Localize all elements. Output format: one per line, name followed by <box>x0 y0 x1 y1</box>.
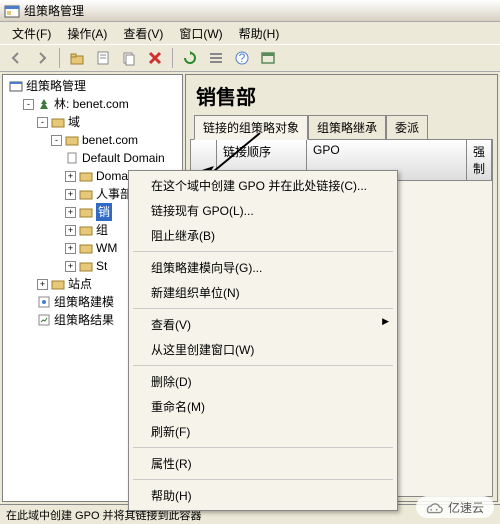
forward-button[interactable] <box>30 46 54 70</box>
ctx-delete[interactable]: 删除(D) <box>131 369 395 394</box>
copy-button[interactable] <box>117 46 141 70</box>
context-menu: 在这个域中创建 GPO 并在此处链接(C)... 链接现有 GPO(L)... … <box>128 170 398 511</box>
ctx-separator <box>133 251 393 252</box>
ctx-rename[interactable]: 重命名(M) <box>131 394 395 419</box>
ctx-separator <box>133 447 393 448</box>
ctx-modeling-wizard[interactable]: 组策略建模向导(G)... <box>131 255 395 280</box>
refresh-button[interactable] <box>178 46 202 70</box>
expand-icon[interactable]: + <box>65 243 76 254</box>
svg-text:?: ? <box>239 51 246 65</box>
tab-inheritance[interactable]: 组策略继承 <box>308 115 386 140</box>
back-button[interactable] <box>4 46 28 70</box>
ctx-new-window[interactable]: 从这里创建窗口(W) <box>131 337 395 362</box>
collapse-icon[interactable]: - <box>23 99 34 110</box>
ctx-separator <box>133 365 393 366</box>
delete-button[interactable] <box>143 46 167 70</box>
ctx-new-ou[interactable]: 新建组织单位(N) <box>131 280 395 305</box>
ctx-separator <box>133 308 393 309</box>
menu-action[interactable]: 操作(A) <box>61 23 113 44</box>
tab-strip: 链接的组策略对象 组策略继承 委派 <box>186 114 497 139</box>
collapse-icon[interactable]: - <box>37 117 48 128</box>
tree-domain[interactable]: -benet.com <box>7 131 182 149</box>
app-icon <box>4 3 20 19</box>
ctx-view[interactable]: 查看(V) <box>131 312 395 337</box>
help-button[interactable]: ? <box>230 46 254 70</box>
toolbar-separator <box>172 48 173 68</box>
ctx-block-inherit[interactable]: 阻止继承(B) <box>131 223 395 248</box>
list-button[interactable] <box>204 46 228 70</box>
ctx-separator <box>133 479 393 480</box>
expand-icon[interactable]: + <box>65 171 76 182</box>
page-title: 销售部 <box>186 75 497 114</box>
ctx-link-gpo[interactable]: 链接现有 GPO(L)... <box>131 198 395 223</box>
menubar: 文件(F) 操作(A) 查看(V) 窗口(W) 帮助(H) <box>0 22 500 44</box>
tree-forest[interactable]: -林: benet.com <box>7 95 182 113</box>
expand-icon[interactable]: + <box>65 261 76 272</box>
tree-item-default[interactable]: Default Domain <box>7 149 182 167</box>
window-title: 组策略管理 <box>24 2 84 19</box>
ctx-properties[interactable]: 属性(R) <box>131 451 395 476</box>
expand-icon[interactable]: + <box>65 189 76 200</box>
menu-view[interactable]: 查看(V) <box>117 23 169 44</box>
menu-window[interactable]: 窗口(W) <box>173 23 228 44</box>
toolbar-separator <box>59 48 60 68</box>
expand-icon[interactable]: + <box>65 225 76 236</box>
window-button[interactable] <box>256 46 280 70</box>
watermark: 亿速云 <box>416 496 494 518</box>
col-enforced[interactable]: 强制 <box>467 140 492 180</box>
collapse-icon[interactable]: - <box>51 135 62 146</box>
tree-domains[interactable]: -域 <box>7 113 182 131</box>
ctx-help[interactable]: 帮助(H) <box>131 483 395 508</box>
toolbar: ? <box>0 44 500 72</box>
menu-help[interactable]: 帮助(H) <box>233 23 286 44</box>
ctx-refresh[interactable]: 刷新(F) <box>131 419 395 444</box>
expand-icon[interactable]: + <box>37 279 48 290</box>
tab-linked-gpo[interactable]: 链接的组策略对象 <box>194 115 308 140</box>
window-titlebar: 组策略管理 <box>0 0 500 22</box>
menu-file[interactable]: 文件(F) <box>6 23 57 44</box>
expand-icon[interactable]: + <box>65 207 76 218</box>
ctx-create-gpo[interactable]: 在这个域中创建 GPO 并在此处链接(C)... <box>131 173 395 198</box>
up-button[interactable] <box>65 46 89 70</box>
properties-button[interactable] <box>91 46 115 70</box>
watermark-text: 亿速云 <box>448 499 484 516</box>
tree-root[interactable]: 组策略管理 <box>7 77 182 95</box>
tab-delegation[interactable]: 委派 <box>386 115 428 140</box>
